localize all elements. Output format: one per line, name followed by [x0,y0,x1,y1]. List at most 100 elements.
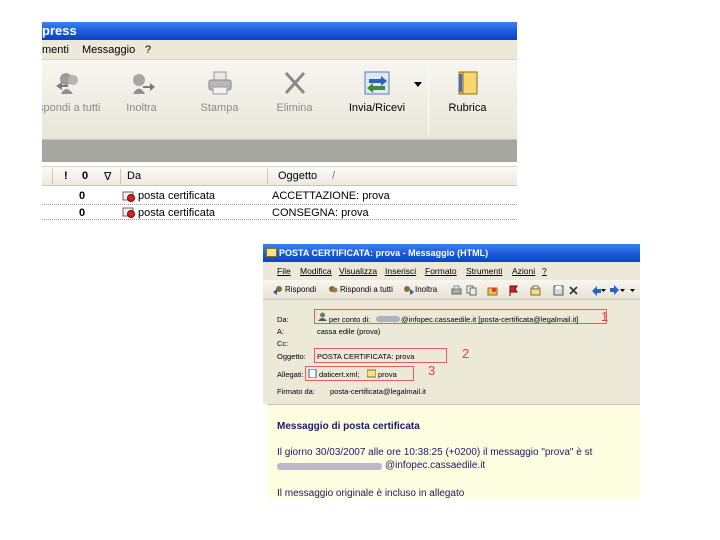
menu-azioni[interactable]: Azioni [512,262,535,280]
copy-icon[interactable] [466,285,477,296]
message-header: Da: per conto di: @infopec.cassaedile.it… [263,300,640,404]
attachment-prova[interactable]: prova [378,370,397,379]
delete-button[interactable]: Elimina [267,68,322,134]
print-icon [208,71,231,95]
menu-inserisci[interactable]: Inserisci [385,262,416,280]
move-to-folder-icon[interactable] [487,285,498,296]
message-row[interactable]: 0 posta certificata CONSEGNA: prova [42,204,517,220]
send-receive-label: Invia/Ricevi [348,102,406,114]
message-menu-bar: File Modifica Visualizza Inserisci Forma… [263,262,640,280]
print-icon[interactable] [451,285,462,296]
message-from: posta certificata [138,190,216,202]
sort-indicator: / [332,170,336,182]
certified-mail-icon [122,207,135,218]
message-body: Messaggio di posta certificata Il giorno… [267,404,640,498]
sender-icon [318,312,327,321]
from-label: Da: [277,315,289,324]
subject-column-header[interactable]: Oggetto [278,170,317,182]
oe-toolbar: spondi a tutti Inoltra Stampa Elimina In… [42,60,517,140]
toolbar-options-icon[interactable] [630,289,635,293]
message-subject: CONSEGNA: prova [272,207,369,219]
forward-icon [132,74,155,94]
send-receive-icon [364,71,390,95]
address-book-label: Rubrica [448,102,487,114]
message-from: posta certificata [138,207,216,219]
categories-icon[interactable] [530,285,541,296]
address-book-button[interactable]: Rubrica [440,68,495,134]
body-line-1: Il giorno 30/03/2007 alle ore 10:38:25 (… [277,447,593,458]
delete-label: Elimina [276,102,313,114]
menu-modifica[interactable]: Modifica [300,262,332,280]
attachment-indicator: 0 [79,190,86,202]
delete-icon [284,71,305,95]
attachment-indicator: 0 [79,207,86,219]
message-subject: ACCETTAZIONE: prova [272,190,390,202]
reply-all-icon [329,286,338,293]
reply-all-button[interactable]: Rispondi a tutti [340,280,393,300]
dropdown-arrow-icon[interactable] [601,289,606,293]
menu-strumenti[interactable]: menti [42,40,69,60]
oe-title-bar: press [42,22,517,40]
print-button[interactable]: Stampa [192,68,247,134]
subject-value: POSTA CERTIFICATA: prova [317,352,415,361]
from-column-header[interactable]: Da [127,170,141,182]
reply-button[interactable]: Rispondi [285,280,316,300]
menu-file[interactable]: File [277,262,291,280]
marker-2: 2 [462,346,470,361]
oe-menu-bar: menti Messaggio ? [42,40,517,60]
subject-label: Oggetto: [277,352,306,361]
menu-formato[interactable]: Formato [425,262,457,280]
toolbar-separator [428,64,429,134]
redacted-text [376,316,400,322]
body-line-3: Il messaggio originale è incluso in alle… [277,488,465,498]
address-book-icon [458,71,477,95]
forward-label: Inoltra [126,102,157,114]
forward-button[interactable]: Inoltra [415,280,437,300]
outlook-express-window: press menti Messaggio ? spondi a tutti I… [42,22,517,222]
menu-visualizza[interactable]: Visualizza [339,262,377,280]
dropdown-arrow-icon[interactable] [620,289,625,293]
redacted-text [277,463,382,470]
send-receive-button[interactable]: Invia/Ricevi [342,68,412,134]
from-address: @infopec.cassaedile.it [posta-certificat… [401,315,579,324]
message-toolbar: Rispondi Rispondi a tutti Inoltra [263,280,640,300]
reply-all-label: spondi a tutti [42,102,101,114]
marker-1: 1 [601,309,609,324]
print-label: Stampa [200,102,239,114]
message-title: POSTA CERTIFICATA: prova - Messaggio (HT… [279,248,489,258]
attachment-column-header[interactable]: 0 [82,170,88,182]
column-divider [52,169,53,184]
priority-column-header[interactable]: ! [64,170,68,182]
delete-icon[interactable] [568,285,579,296]
menu-messaggio[interactable]: Messaggio [82,40,135,60]
message-row[interactable]: 0 posta certificata ACCETTAZIONE: prova [42,188,517,204]
forward-icon [404,286,414,295]
message-title-bar: POSTA CERTIFICATA: prova - Messaggio (HT… [263,244,640,262]
forward-button[interactable]: Inoltra [114,68,169,134]
flag-column-header[interactable]: ∇ [104,170,111,183]
folder-bar [42,140,517,162]
body-line-2: @infopec.cassaedile.it [385,460,486,471]
marker-3: 3 [428,363,436,378]
message-list-header: ! 0 ∇ Da Oggetto / [42,166,517,186]
send-receive-dropdown-icon[interactable] [414,82,422,88]
to-label: A: [277,327,285,336]
reply-icon [273,286,282,295]
cc-label: Cc: [277,339,289,348]
email-attachment-icon [367,369,376,378]
menu-strumenti[interactable]: Strumenti [466,262,502,280]
flag-icon[interactable] [508,285,519,296]
menu-help[interactable]: ? [542,262,547,280]
reply-all-button[interactable]: spondi a tutti [42,68,101,134]
menu-help[interactable]: ? [145,40,151,60]
attachment-daticert[interactable]: daticert.xml; [319,370,359,379]
next-item-icon[interactable] [609,285,620,296]
save-icon[interactable] [553,285,564,296]
signed-by-value: posta-certificata@legalmail.it [330,387,426,396]
from-value: per conto di: [329,315,371,324]
certified-mail-icon [122,191,135,202]
column-divider [267,169,268,184]
envelope-icon [266,248,277,257]
xml-file-icon [308,369,317,378]
to-value: cassa edile (prova) [317,327,381,336]
